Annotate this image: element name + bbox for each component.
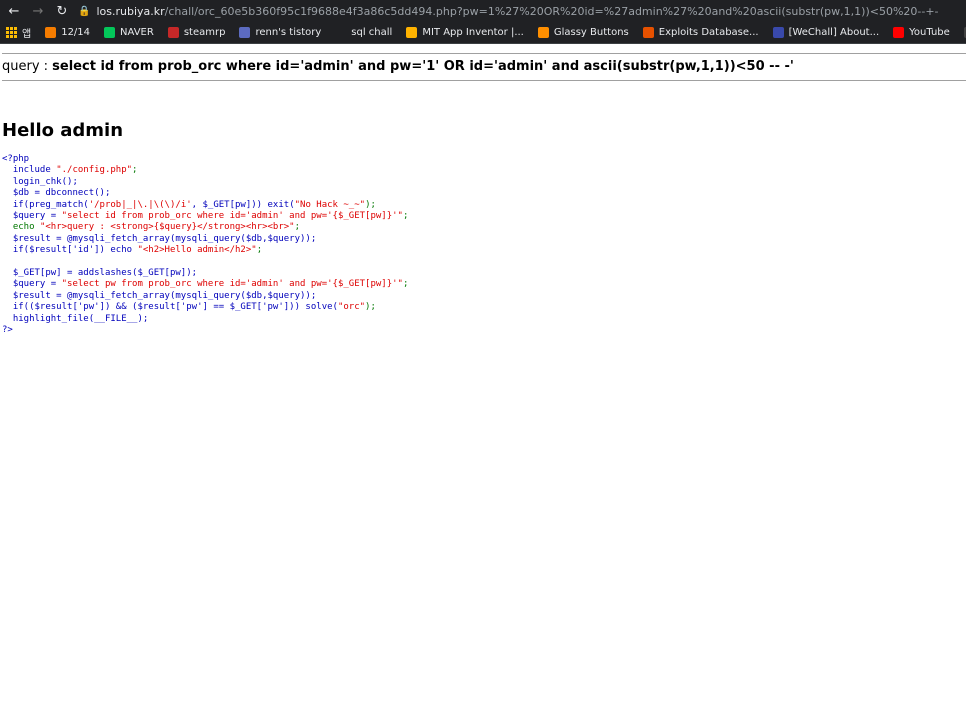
source-token: if(preg_match( — [2, 199, 89, 210]
source-token: $query = — [2, 279, 62, 290]
tistory-icon — [239, 27, 251, 38]
query-line: query : select id from prob_orc where id… — [2, 59, 966, 74]
bookmark-label: steamrp — [183, 27, 226, 38]
source-token: "select pw from prob_orc where id='admin… — [61, 279, 403, 290]
app-inventor-icon — [406, 27, 418, 38]
bookmark-item[interactable]: MIT App Inventor |... — [406, 27, 524, 38]
source-token: "./config.php" — [56, 165, 133, 176]
hello-heading: Hello admin — [2, 120, 124, 141]
z-icon — [335, 27, 346, 38]
bookmark-item[interactable]: renn's tistory — [239, 27, 321, 38]
source-token: "<h2>Hello admin</h2>" — [137, 245, 257, 256]
source-token: echo — [2, 222, 40, 233]
source-token: $result = @mysqli_fetch_array(mysqli_que… — [2, 290, 317, 301]
source-token: <?php — [2, 154, 30, 164]
bookmark-item[interactable]: 앱 — [6, 25, 31, 40]
source-token: include — [2, 165, 57, 176]
php-source: <?php include "./config.php"; login_chk(… — [2, 154, 966, 337]
glassy-icon — [537, 27, 549, 38]
source-token: $db = dbconnect(); — [2, 188, 111, 199]
reload-icon[interactable]: ↻ — [54, 3, 70, 19]
blogger-icon — [45, 27, 57, 38]
source-token: $_GET[pw] = addslashes($_GET[pw]); — [2, 268, 198, 279]
apps-grid-icon — [6, 27, 17, 38]
source-token: ; — [132, 165, 138, 176]
source-token: ); — [365, 199, 376, 210]
bookmark-label: Glassy Buttons — [553, 27, 629, 38]
naver-icon — [104, 27, 116, 38]
forward-arrow-icon[interactable]: → — [30, 3, 46, 19]
source-token: $query = — [2, 211, 62, 222]
address-bar[interactable]: 🔒 los.rubiya.kr/chall/orc_60e5b360f95c1f… — [78, 5, 960, 18]
youtube-icon — [893, 27, 905, 38]
bookmarks-bar: 앱 12/14 NAVER steamrp renn's tistory sql chal… — [0, 22, 966, 44]
url-host: los.rubiya.kr — [96, 4, 165, 18]
divider — [2, 80, 966, 81]
source-token: ; — [402, 279, 409, 290]
source-token: ; — [402, 211, 409, 222]
bookmark-item[interactable]: steamrp — [167, 27, 226, 38]
source-token: if($result['id']) echo — [2, 245, 138, 256]
source-token: '/prob|_|\.|\(\)/i' — [88, 199, 192, 210]
source-token: highlight_file(__FILE__); — [2, 313, 149, 324]
url-path: /chall/orc_60e5b360f95c1f9688e4f3a86c5dd… — [164, 4, 939, 18]
bookmark-label: NAVER — [120, 27, 154, 38]
lock-icon: 🔒 — [78, 5, 91, 17]
bookmark-label: YouTube — [909, 27, 950, 38]
bookmark-label: sql chall — [351, 27, 393, 38]
source-token: ?> — [2, 325, 13, 336]
bookmark-label: MIT App Inventor |... — [422, 27, 524, 38]
bookmark-label: Exploits Database... — [658, 27, 759, 38]
page-content: query : select id from prob_orc where id… — [0, 53, 966, 337]
source-token: , $_GET[pw])) exit( — [191, 199, 295, 210]
query-text: select id from prob_orc where id='admin'… — [52, 59, 794, 74]
bookmark-item[interactable]: NAVER — [104, 27, 154, 38]
bookmark-label: 12/14 — [61, 27, 91, 38]
exploit-db-icon — [642, 27, 654, 38]
source-token: ; — [256, 245, 263, 256]
source-token: ); — [365, 302, 376, 313]
bookmark-item[interactable]: Exploits Database... — [642, 27, 759, 38]
wechall-icon — [772, 27, 784, 38]
bookmark-item[interactable]: 12/14 — [45, 27, 90, 38]
bookmark-label: 앱 — [22, 29, 32, 40]
bookmark-item[interactable]: Glassy Buttons — [537, 27, 629, 38]
browser-chrome: ← → ↻ 🔒 los.rubiya.kr/chall/orc_60e5b360… — [0, 0, 966, 44]
bookmark-label: renn's tistory — [255, 27, 322, 38]
bookmark-item[interactable]: YouTube — [893, 27, 950, 38]
back-arrow-icon[interactable]: ← — [6, 3, 22, 19]
source-token: login_chk(); — [2, 176, 78, 187]
source-token: "No Hack ~_~" — [294, 199, 366, 210]
source-token: "select id from prob_orc where id='admin… — [61, 211, 403, 222]
bookmark-item[interactable]: sql chall — [335, 27, 392, 38]
divider — [2, 53, 966, 54]
source-token: ; — [294, 222, 301, 233]
steam-icon — [167, 27, 179, 38]
source-token: "orc" — [337, 302, 366, 313]
source-token: $result = @mysqli_fetch_array(mysqli_que… — [2, 233, 317, 244]
source-token: if(($result['pw']) && ($result['pw'] == … — [2, 302, 338, 313]
query-label: query : — [2, 59, 53, 74]
source-token: "<hr>query : <strong>{$query}</strong><h… — [39, 222, 295, 233]
bookmark-label: [WeChall] About... — [788, 27, 880, 38]
browser-toolbar: ← → ↻ 🔒 los.rubiya.kr/chall/orc_60e5b360… — [0, 0, 966, 22]
bookmark-item[interactable]: [WeChall] About... — [772, 27, 880, 38]
